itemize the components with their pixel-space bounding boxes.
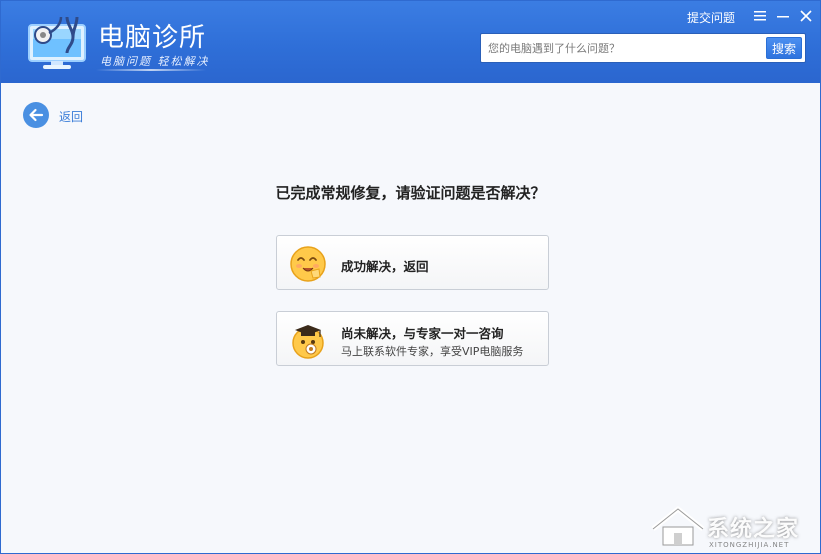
search-input[interactable] — [481, 34, 765, 62]
watermark-subtext: XITONGZHIJIA.NET — [709, 541, 790, 549]
close-icon[interactable] — [798, 8, 814, 24]
option-solved-button[interactable]: 成功解决，返回 — [276, 235, 549, 290]
happy-face-icon — [289, 245, 327, 283]
option-consult-button[interactable]: 尚未解决，与专家一对一咨询 马上联系软件专家，享受VIP电脑服务 — [276, 311, 549, 366]
verify-question: 已完成常规修复，请验证问题是否解决？ — [275, 184, 546, 202]
graduate-face-icon — [289, 321, 327, 359]
option-consult-title: 尚未解决，与专家一对一咨询 — [341, 326, 504, 341]
search-button[interactable]: 搜索 — [766, 37, 802, 59]
minimize-icon[interactable] — [775, 8, 791, 24]
back-label: 返回 — [59, 110, 84, 124]
app-slogan: 电脑问题 轻松解决 — [100, 55, 210, 68]
option-consult-subtitle: 马上联系软件专家，享受VIP电脑服务 — [341, 345, 524, 358]
watermark: 系统之家 XITONGZHIJIA.NET — [647, 503, 817, 553]
slogan-underline — [96, 69, 206, 71]
option-solved-title: 成功解决，返回 — [341, 259, 429, 274]
menu-icon[interactable] — [752, 8, 768, 24]
app-title: 电脑诊所 — [98, 23, 207, 53]
arrow-left-icon — [23, 102, 49, 128]
header-bar: 电脑诊所 电脑问题 轻松解决 提交问题 搜索 — [1, 1, 820, 83]
watermark-text: 系统之家 — [707, 517, 800, 542]
house-logo-icon — [651, 506, 705, 546]
monitor-stethoscope-icon — [27, 15, 89, 71]
search-box: 搜索 — [480, 33, 806, 63]
submit-question-link[interactable]: 提交问题 — [687, 9, 735, 26]
app-window: 电脑诊所 电脑问题 轻松解决 提交问题 搜索 — [0, 0, 821, 554]
